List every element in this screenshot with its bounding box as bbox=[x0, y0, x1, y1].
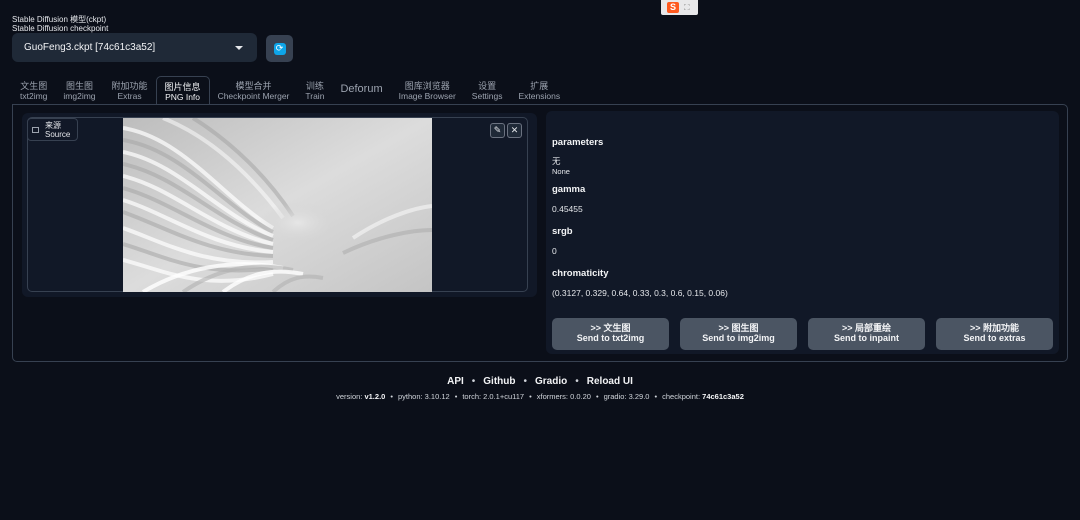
tab-label-en: img2img bbox=[63, 91, 96, 101]
tab-label-cn: 附加功能 bbox=[111, 81, 148, 91]
model-label-cn: Stable Diffusion 模型(ckpt) bbox=[12, 15, 107, 24]
gradio-version: gradio: 3.29.0 bbox=[603, 392, 650, 401]
info-val-gamma: 0.45455 bbox=[552, 204, 583, 214]
clear-image-button[interactable]: ✕ bbox=[507, 123, 522, 138]
source-label: 来源 Source bbox=[27, 118, 78, 141]
model-label-en: Stable Diffusion checkpoint bbox=[12, 24, 109, 33]
tab-label-cn: 设置 bbox=[478, 81, 497, 91]
tab-label-cn: 扩展 bbox=[530, 81, 549, 91]
tab-label-cn: 文生图 bbox=[20, 81, 48, 91]
tab-label-en: Settings bbox=[471, 91, 503, 101]
footer-link-gradio[interactable]: Gradio bbox=[535, 376, 567, 387]
send-button-label-cn: >> 图生图 bbox=[718, 323, 759, 333]
torch-version: torch: 2.0.1+cu117 bbox=[462, 392, 525, 401]
version-label: version: bbox=[336, 392, 363, 401]
tab-label-en: Extras bbox=[117, 91, 142, 101]
tab-checkpoint-merger[interactable]: 模型合并 Checkpoint Merger bbox=[210, 76, 298, 104]
tab-train[interactable]: 训练 Train bbox=[297, 76, 332, 104]
xformers-version: xformers: 0.0.20 bbox=[536, 392, 591, 401]
checkpoint-label: checkpoint: bbox=[662, 392, 701, 401]
send-to-inpaint-button[interactable]: >> 局部重绘 Send to inpaint bbox=[808, 318, 925, 350]
tab-label-en: PNG Info bbox=[165, 92, 201, 102]
info-val-parameters-en: None bbox=[552, 167, 570, 176]
tab-bar: 文生图 txt2img 图生图 img2img 附加功能 Extras 图片信息 PNG… bbox=[12, 76, 568, 105]
checkpoint-value: 74c61c3a52 bbox=[702, 392, 744, 401]
info-val-srgb: 0 bbox=[552, 246, 557, 256]
refresh-icon: ⟳ bbox=[273, 42, 286, 55]
send-to-extras-button[interactable]: >> 附加功能 Send to extras bbox=[936, 318, 1053, 350]
model-select-value: GuoFeng3.ckpt [74c61c3a52] bbox=[24, 42, 156, 53]
info-key-parameters: parameters bbox=[552, 137, 604, 148]
tab-img2img[interactable]: 图生图 img2img bbox=[55, 76, 103, 104]
tab-deforum[interactable]: Deforum bbox=[332, 76, 390, 104]
tab-extensions[interactable]: 扩展 Extensions bbox=[511, 76, 569, 104]
tab-txt2img[interactable]: 文生图 txt2img bbox=[12, 76, 55, 104]
footer-version-info: version: v1.2.0 • python: 3.10.12 • torch: 2… bbox=[336, 392, 744, 401]
source-label-en: Source bbox=[45, 129, 71, 139]
send-button-label-cn: >> 附加功能 bbox=[969, 323, 1019, 333]
tab-label-en: Image Browser bbox=[398, 91, 456, 101]
tab-label-cn: 图库浏览器 bbox=[404, 81, 450, 91]
python-version: python: 3.10.12 bbox=[397, 392, 450, 401]
send-button-label-cn: >> 文生图 bbox=[590, 323, 631, 333]
info-val-chromaticity: (0.3127, 0.329, 0.64, 0.33, 0.3, 0.6, 0.… bbox=[552, 288, 728, 298]
footer-link-github[interactable]: Github bbox=[483, 376, 515, 387]
send-to-img2img-button[interactable]: >> 图生图 Send to img2img bbox=[680, 318, 797, 350]
source-label-cn: 来源 bbox=[45, 120, 61, 130]
expand-icon: ⛶ bbox=[684, 2, 690, 12]
footer-link-reload-ui[interactable]: Reload UI bbox=[587, 376, 633, 387]
send-button-label-en: Send to txt2img bbox=[576, 333, 645, 343]
send-button-label-en: Send to img2img bbox=[702, 333, 775, 343]
info-key-srgb: srgb bbox=[552, 226, 573, 237]
refresh-button[interactable]: ⟳ bbox=[266, 35, 293, 62]
image-icon bbox=[32, 126, 39, 133]
tab-label-en: Train bbox=[305, 91, 325, 101]
tab-extras[interactable]: 附加功能 Extras bbox=[104, 76, 156, 104]
pencil-icon: ✎ bbox=[493, 125, 502, 135]
model-label: Stable Diffusion 模型(ckpt) Stable Diffusi… bbox=[12, 15, 108, 33]
footer-link-api[interactable]: API bbox=[447, 376, 464, 387]
footer-links: API • Github • Gradio • Reload UI bbox=[447, 376, 633, 387]
version-value: v1.2.0 bbox=[364, 392, 386, 401]
close-icon: ✕ bbox=[510, 125, 519, 135]
tab-settings[interactable]: 设置 Settings bbox=[464, 76, 511, 104]
send-button-label-en: Send to extras bbox=[963, 333, 1026, 343]
send-to-txt2img-button[interactable]: >> 文生图 Send to txt2img bbox=[552, 318, 669, 350]
chevron-down-icon bbox=[235, 45, 243, 50]
tab-label-en: Checkpoint Merger bbox=[217, 91, 290, 101]
tab-label-cn: 训练 bbox=[305, 81, 324, 91]
send-button-label-cn: >> 局部重绘 bbox=[841, 323, 891, 333]
tab-label-cn: 图生图 bbox=[65, 81, 93, 91]
tab-label-cn: 模型合并 bbox=[235, 81, 272, 91]
extension-badge[interactable]: S ⛶ bbox=[661, 0, 698, 15]
send-button-label-en: Send to inpaint bbox=[834, 333, 899, 343]
tab-png-info[interactable]: 图片信息 PNG Info bbox=[155, 76, 210, 105]
model-select[interactable]: GuoFeng3.ckpt [74c61c3a52] bbox=[12, 33, 257, 62]
tab-label: Deforum bbox=[340, 83, 383, 95]
tab-label-en: Extensions bbox=[518, 91, 561, 101]
info-val-parameters-cn: 无 bbox=[552, 156, 561, 166]
info-key-chromaticity: chromaticity bbox=[552, 268, 609, 279]
source-image bbox=[122, 116, 433, 294]
tab-label-cn: 图片信息 bbox=[164, 82, 201, 92]
info-key-gamma: gamma bbox=[552, 184, 586, 195]
tab-label-en: txt2img bbox=[20, 91, 48, 101]
edit-button[interactable]: ✎ bbox=[490, 123, 505, 138]
tab-image-browser[interactable]: 图库浏览器 Image Browser bbox=[391, 76, 464, 104]
s-logo-icon: S bbox=[667, 2, 679, 13]
